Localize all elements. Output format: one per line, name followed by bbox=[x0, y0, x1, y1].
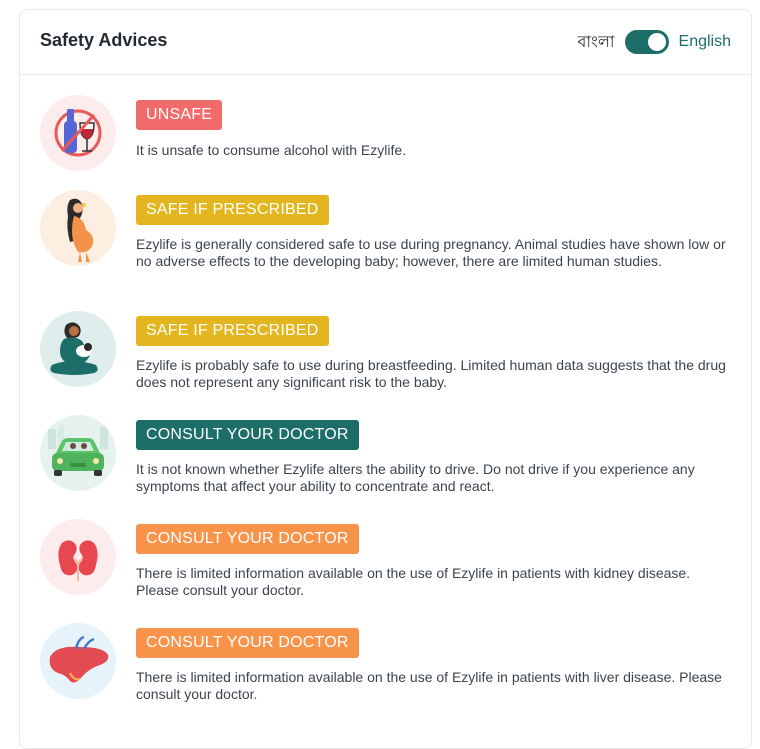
advice-pregnancy: SAFE IF PRESCRIBED Ezylife is generally … bbox=[40, 190, 730, 290]
advice-alcohol: UNSAFE It is unsafe to consume alcohol w… bbox=[40, 95, 730, 175]
toggle-knob bbox=[647, 33, 666, 51]
advice-description: Ezylife is probably safe to use during b… bbox=[136, 357, 726, 391]
card-header: Safety Advices বাংলা English bbox=[20, 10, 751, 75]
advice-description: There is limited information available o… bbox=[136, 669, 722, 703]
status-badge: SAFE IF PRESCRIBED bbox=[136, 316, 329, 346]
lang-bangla-label[interactable]: বাংলা bbox=[578, 29, 615, 56]
safety-advices-card: Safety Advices বাংলা English UNSAFE It i… bbox=[19, 9, 752, 749]
kidney-icon bbox=[40, 519, 116, 595]
advice-breastfeeding: SAFE IF PRESCRIBED Ezylife is probably s… bbox=[40, 311, 730, 401]
status-badge: CONSULT YOUR DOCTOR bbox=[136, 420, 359, 450]
liver-icon bbox=[40, 623, 116, 699]
lang-english-label[interactable]: English bbox=[679, 33, 731, 51]
advice-driving: CONSULT YOUR DOCTOR It is not known whet… bbox=[40, 415, 730, 505]
pregnancy-icon bbox=[40, 190, 116, 266]
advice-description: There is limited information available o… bbox=[136, 565, 691, 599]
advice-description: It is unsafe to consume alcohol with Ezy… bbox=[136, 142, 407, 158]
advice-description: It is not known whether Ezylife alters t… bbox=[136, 461, 695, 495]
status-badge: CONSULT YOUR DOCTOR bbox=[136, 628, 359, 658]
card-title: Safety Advices bbox=[40, 30, 168, 50]
advice-kidney: CONSULT YOUR DOCTOR There is limited inf… bbox=[40, 519, 730, 609]
language-toggle[interactable] bbox=[624, 30, 669, 54]
breastfeeding-icon bbox=[40, 311, 116, 387]
advice-liver: CONSULT YOUR DOCTOR There is limited inf… bbox=[40, 623, 730, 713]
status-badge: SAFE IF PRESCRIBED bbox=[136, 195, 329, 225]
status-badge: CONSULT YOUR DOCTOR bbox=[136, 524, 359, 554]
language-switcher: বাংলা English bbox=[578, 29, 731, 55]
status-badge: UNSAFE bbox=[136, 100, 223, 130]
advice-description: Ezylife is generally considered safe to … bbox=[136, 236, 726, 270]
driving-icon bbox=[40, 415, 116, 491]
alcohol-icon bbox=[40, 95, 116, 171]
